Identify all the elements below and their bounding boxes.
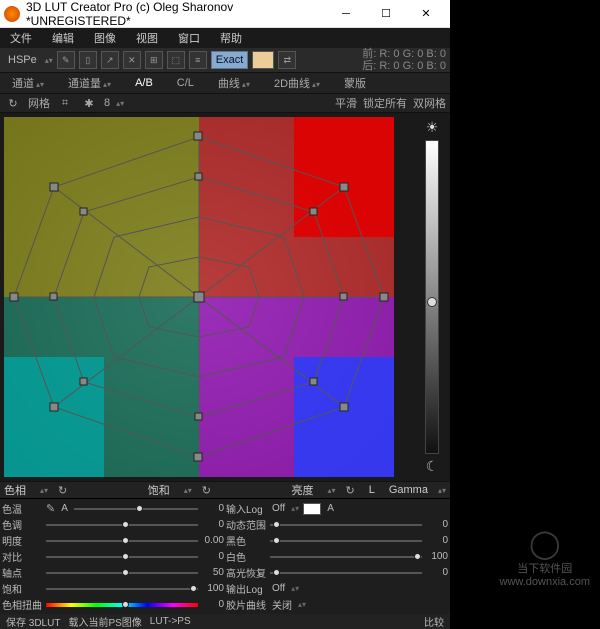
sat-reset-icon[interactable]: ↻ [198,484,215,497]
dropdown-icon: ▴▾ [184,486,192,495]
moon-icon: ☾ [426,458,439,475]
hue-reset-icon[interactable]: ↻ [54,484,71,497]
tint-slider[interactable] [46,521,198,529]
exact-button[interactable]: Exact [211,51,249,69]
bottom-bar: 保存 3DLUT 载入当前PS图像 LUT->PS 比较 [0,614,450,629]
watermark: ◯ 当下软件园 www.downxia.com [500,527,590,588]
dynrange-slider[interactable] [270,521,422,529]
colorspace-select[interactable]: HSPe [4,52,41,68]
saturation-slider[interactable] [46,585,198,593]
color-grid-area: ☀ ☾ [0,113,450,481]
huetwist-slider[interactable] [46,601,198,609]
tab-mask[interactable]: 蒙版 [336,73,374,93]
filmcurve-select[interactable]: 关闭 [270,597,294,612]
menu-help[interactable]: 帮助 [214,28,248,48]
pivot-slider[interactable] [46,569,198,577]
watermark-logo-icon: ◯ [500,527,590,560]
dropdown-icon: ▴▾ [327,486,335,495]
slider-label: 色温 [2,501,42,516]
dropdown-icon: ▴▾ [40,486,48,495]
grid-label: 网格 [28,95,50,111]
brightness-slider[interactable]: ☀ ☾ [420,119,444,475]
rgb-readout: 前: R: 0 G: 0 B: 0 后: R: 0 G: 0 B: 0 [362,48,446,72]
right-sliders-col: 输入LogOff▴▾A 动态范围0 黑色0 白色100 高光恢复0 输出LogO… [226,501,448,612]
toolbar-top: HSPe ▴▾ ✎ ▯ ↗ ✕ ⊞ ⬚ ≡ Exact ⇄ 前: R: 0 G:… [0,48,450,73]
lmode-select[interactable]: L [365,482,379,498]
tab-ab[interactable]: A/B [127,75,161,91]
tool-cube-icon[interactable]: ⬚ [167,51,185,69]
eyedropper-icon[interactable]: ✎ [46,502,55,515]
tab-cl[interactable]: C/L [169,75,202,91]
outputlog-select[interactable]: Off [270,583,287,594]
menu-window[interactable]: 窗口 [172,28,206,48]
load-ps-button[interactable]: 载入当前PS图像 [68,614,141,629]
tool-bars-icon[interactable]: ≡ [189,51,207,69]
tool-cross-icon[interactable]: ✕ [123,51,141,69]
window-title: 3D LUT Creator Pro (c) Oleg Sharonov *UN… [26,0,326,28]
close-button[interactable]: ✕ [406,0,446,28]
tool-select-icon[interactable]: ▯ [79,51,97,69]
reset-icon[interactable]: ↻ [4,94,22,112]
highlight-slider[interactable] [270,569,422,577]
slider-handle[interactable] [427,297,437,307]
tool-arrow-icon[interactable]: ↗ [101,51,119,69]
menu-edit[interactable]: 编辑 [46,28,80,48]
hsl-row: 色相 ▴▾ ↻ 饱和 ▴▾ ↻ 亮度 ▴▾ ↻ L Gamma ▴▾ [0,481,450,498]
menubar: 文件 编辑 图像 视图 窗口 帮助 [0,28,450,48]
flat-button[interactable]: 平滑 [335,95,357,111]
tab-2dcurves[interactable]: 2D曲线▴▾ [266,73,328,93]
dropdown-icon: ▴▾ [45,56,53,65]
a-badge: A [59,503,70,514]
sat-label: 饱和 [148,482,178,498]
maximize-button[interactable]: ☐ [366,0,406,28]
black-slider[interactable] [270,537,422,545]
dblgrid-button[interactable]: 双网格 [413,95,446,111]
light-reset-icon[interactable]: ↻ [342,484,359,497]
tab-channelqty[interactable]: 通道量▴▾ [60,73,119,93]
tool-eyedropper-icon[interactable]: ✎ [57,51,75,69]
lockall-button[interactable]: 锁定所有 [363,95,407,111]
menu-file[interactable]: 文件 [4,28,38,48]
compare-button[interactable]: 比较 [424,614,444,629]
bottom-panel: 色温 ✎ A 0 色调0 明度0.00 对比0 轴点50 饱和100 色相扭曲0… [0,498,450,614]
light-label: 亮度 [291,482,321,498]
menu-image[interactable]: 图像 [88,28,122,48]
white-slider[interactable] [270,553,422,561]
grid-type-icon[interactable]: ⌗ [56,94,74,112]
hue-label: 色相 [4,482,34,498]
inputlog-select[interactable]: Off [270,503,287,514]
minimize-button[interactable]: ─ [326,0,366,28]
save-3dlut-button[interactable]: 保存 3DLUT [6,614,60,629]
contrast-slider[interactable] [46,553,198,561]
gamma-select[interactable]: Gamma [385,482,432,498]
tab-curves[interactable]: 曲线▴▾ [210,73,258,93]
left-sliders-col: 色温 ✎ A 0 色调0 明度0.00 对比0 轴点50 饱和100 色相扭曲0 [2,501,224,612]
menu-view[interactable]: 视图 [130,28,164,48]
tool-swap-icon[interactable]: ⇄ [278,51,296,69]
titlebar: 3D LUT Creator Pro (c) Oleg Sharonov *UN… [0,0,450,28]
tab-channels[interactable]: 通道▴▾ [4,73,52,93]
tabs-row: 通道▴▾ 通道量▴▾ A/B C/L 曲线▴▾ 2D曲线▴▾ 蒙版 [0,73,450,94]
color-spider-grid[interactable] [4,117,394,477]
grid-toolbar: ↻ 网格 ⌗ ✱ 8 ▴▾ 平滑 锁定所有 双网格 [0,94,450,113]
exposure-slider[interactable] [46,537,198,545]
grid-hex-icon[interactable]: ✱ [80,94,98,112]
temp-slider[interactable] [74,505,198,513]
color-swatch[interactable] [252,51,274,69]
sun-icon: ☀ [426,119,439,136]
app-icon [4,6,20,22]
white-swatch[interactable] [303,503,321,515]
dropdown-icon: ▴▾ [438,486,446,495]
grid-size[interactable]: 8 [104,97,110,109]
tool-grid-icon[interactable]: ⊞ [145,51,163,69]
dropdown-icon: ▴▾ [116,99,124,108]
